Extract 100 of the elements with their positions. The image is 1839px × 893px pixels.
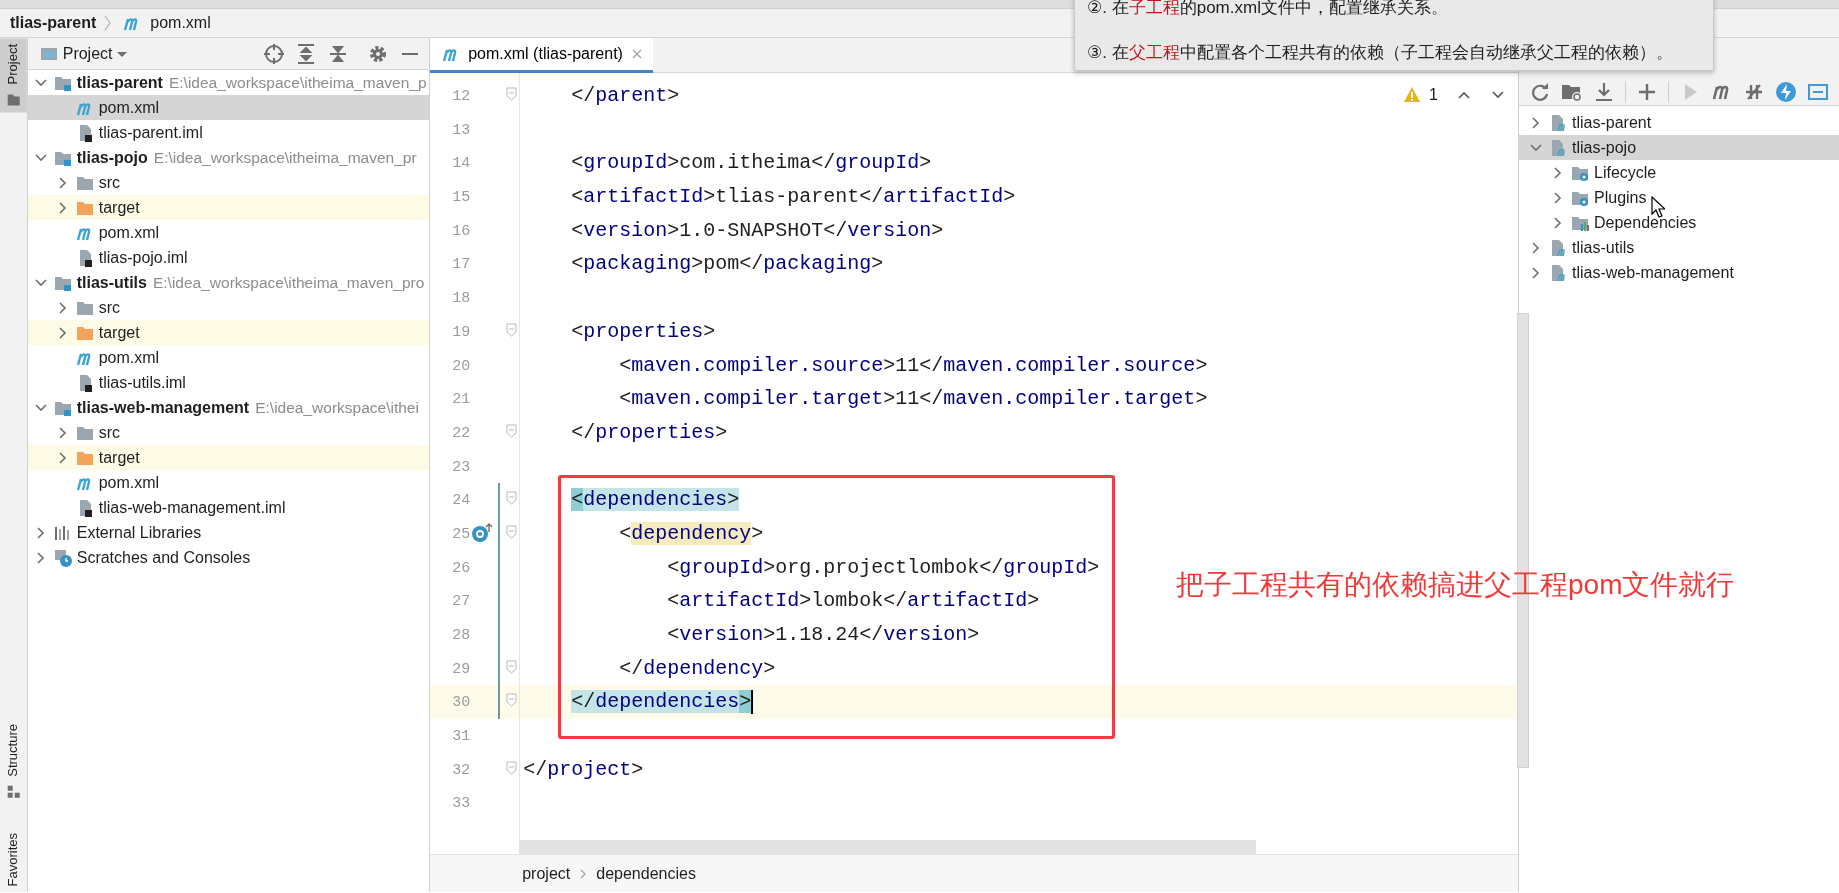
code-line: </properties> <box>570 419 728 446</box>
maven-project-icon <box>1549 263 1567 282</box>
tree-item[interactable]: tlias-parent.iml <box>27 120 430 145</box>
code-line: </project> <box>522 756 644 783</box>
warning-count[interactable]: 1 <box>1429 83 1438 107</box>
tree-item[interactable]: target <box>27 320 430 345</box>
code-line: <version>1.0-SNAPSHOT</version> <box>570 217 944 244</box>
code-line: <maven.compiler.target>11</maven.compiler.target> <box>618 386 1208 413</box>
line-number: 21 <box>451 390 471 411</box>
line-number: 28 <box>451 626 471 646</box>
locate-icon[interactable] <box>263 42 286 65</box>
line-number: 33 <box>451 794 471 815</box>
line-number: 19 <box>451 322 471 343</box>
maven-project-icon <box>1549 138 1567 157</box>
tree-item[interactable]: Plugins <box>1519 185 1839 210</box>
structure-icon <box>6 784 21 799</box>
tree-item[interactable]: Lifecycle <box>1519 160 1839 185</box>
breadcrumb-item[interactable]: tlias-parent <box>10 11 97 35</box>
tool-window-tab[interactable]: Favorites <box>0 826 27 892</box>
line-number: 26 <box>451 558 471 579</box>
code-line: <artifactId>lombok</artifactId> <box>666 588 1040 615</box>
breadcrumb-item[interactable]: dependencies <box>596 861 696 886</box>
tree-item[interactable]: pom.xml <box>27 220 430 245</box>
code-line: <version>1.18.24</version> <box>666 622 980 648</box>
tree-item[interactable]: pom.xml <box>27 470 430 495</box>
code-line: <dependency> <box>618 520 764 547</box>
tree-item[interactable]: tlias-parent <box>1519 110 1839 135</box>
fold-marker-icon[interactable] <box>506 322 518 337</box>
chevron-icon <box>104 15 112 31</box>
tree-item[interactable]: tlias-utils.iml <box>27 370 430 395</box>
tree-item[interactable]: tlias-utils E:\idea_workspace\itheima_maven_pro <box>27 270 430 295</box>
code-line: <groupId>com.itheima</groupId> <box>570 150 932 177</box>
code-line: <artifactId>tlias-parent</artifactId> <box>570 184 1016 211</box>
close-icon[interactable] <box>630 48 643 60</box>
line-number: 31 <box>451 727 471 748</box>
tree-item[interactable]: pom.xml <box>27 345 430 370</box>
fold-marker-icon[interactable] <box>506 693 518 708</box>
line-number: 29 <box>451 659 471 680</box>
tree-item[interactable]: target <box>27 195 430 220</box>
tree-item[interactable]: tlias-pojo.iml <box>27 245 430 270</box>
code-line: </parent> <box>570 83 680 109</box>
line-number: 18 <box>451 289 471 310</box>
tree-item[interactable]: tlias-pojo E:\idea_workspace\itheima_maven_pr <box>27 145 430 170</box>
line-number: 15 <box>451 188 471 209</box>
line-number: 13 <box>451 120 471 141</box>
tree-item[interactable]: Dependencies <box>1519 210 1839 235</box>
fold-marker-icon[interactable] <box>506 760 518 775</box>
library-icon <box>53 523 72 542</box>
line-number: 20 <box>451 356 471 377</box>
maven-project-icon <box>1549 238 1567 257</box>
tree-item[interactable]: src <box>27 295 430 320</box>
tree-item[interactable]: Scratches and Consoles <box>27 545 430 570</box>
tool-window-tab[interactable]: Structure <box>0 717 27 805</box>
tool-window-tab[interactable]: Project <box>0 38 27 113</box>
lightning-icon[interactable] <box>1775 80 1797 103</box>
tree-item[interactable]: tlias-parent E:\idea_workspace\itheima_maven_p <box>27 70 430 95</box>
code-line: <groupId>org.projectlombok</groupId> <box>666 554 1100 581</box>
line-number: 30 <box>451 693 471 714</box>
code-line: </dependency> <box>618 655 776 682</box>
tree-item[interactable]: tlias-pojo <box>1519 135 1839 160</box>
code-line: <properties> <box>570 318 716 345</box>
maven-project-icon <box>1549 113 1567 132</box>
fold-marker-icon[interactable] <box>506 423 518 438</box>
fold-marker-icon[interactable] <box>506 491 518 506</box>
line-number: 12 <box>451 87 471 107</box>
fold-marker-icon[interactable] <box>506 87 518 101</box>
tree-item[interactable]: src <box>27 420 430 445</box>
line-number: 16 <box>451 221 471 242</box>
tree-item[interactable]: External Libraries <box>27 520 430 545</box>
tree-item[interactable]: src <box>27 170 430 195</box>
line-number: 22 <box>451 423 471 444</box>
breadcrumb-item[interactable]: project <box>522 861 571 886</box>
tree-item[interactable]: tlias-web-management.iml <box>27 495 430 520</box>
scratch-icon <box>53 548 72 567</box>
download-icon[interactable] <box>1593 80 1615 103</box>
tree-item[interactable]: pom.xml <box>27 95 430 120</box>
fold-marker-icon[interactable] <box>506 659 518 674</box>
line-number: 25 <box>451 524 471 545</box>
code-line: <maven.compiler.source>11</maven.compiler.source> <box>618 352 1208 379</box>
tree-item[interactable]: tlias-web-management E:\idea_workspace\ithei <box>27 395 430 420</box>
scrollbar[interactable] <box>519 840 1257 855</box>
line-number: 27 <box>451 592 471 613</box>
code-line: <packaging>pom</packaging> <box>570 251 884 278</box>
line-number: 17 <box>451 255 471 276</box>
folder-icon <box>6 92 21 107</box>
panel-title[interactable]: Project <box>62 41 113 66</box>
editor-tab[interactable]: pom.xml (tlias-parent) <box>430 38 653 73</box>
tree-item[interactable]: tlias-utils <box>1519 235 1839 260</box>
line-number: 14 <box>451 154 471 175</box>
line-number: 23 <box>451 457 471 478</box>
line-number: 24 <box>451 491 471 512</box>
warning-icon <box>1403 86 1422 104</box>
breadcrumb-item[interactable]: pom.xml <box>150 11 211 35</box>
tree-item[interactable]: target <box>27 445 430 470</box>
fold-marker-icon[interactable] <box>506 524 518 539</box>
cursor-icon <box>1651 196 1665 218</box>
line-number: 32 <box>451 760 471 781</box>
override-icon[interactable] <box>471 522 494 543</box>
annotation-text: 把子工程共有的依赖搞进父工程pom文件就行 <box>1176 568 1735 602</box>
tree-item[interactable]: tlias-web-management <box>1519 260 1839 285</box>
